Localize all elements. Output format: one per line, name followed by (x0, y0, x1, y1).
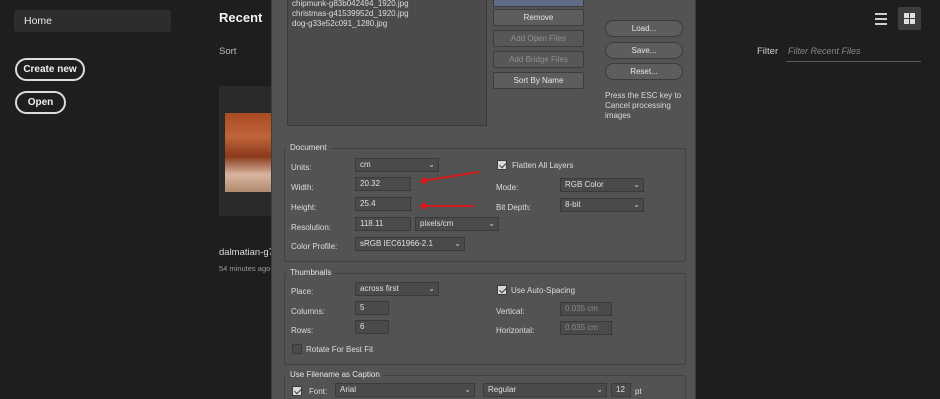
vertical-label: Vertical: (496, 307, 525, 316)
list-item[interactable]: chipmunk-g83b042494_1920.jpg (288, 0, 486, 9)
columns-field[interactable]: 5 (355, 301, 389, 315)
chevron-down-icon: ⌄ (454, 239, 461, 248)
caption-enabled-checkbox[interactable] (292, 386, 302, 396)
font-label: Font: (309, 387, 328, 396)
chevron-down-icon: ⌄ (428, 160, 435, 169)
mode-select[interactable]: RGB Color ⌄ (560, 178, 644, 192)
font-select[interactable]: Arial ⌄ (335, 383, 475, 397)
units-value: cm (360, 160, 371, 169)
vertical-field[interactable]: 0.035 cm (560, 302, 612, 316)
sort-label[interactable]: Sort (219, 46, 236, 57)
caption-section-title: Use Filename as Caption (286, 370, 384, 379)
font-value: Arial (340, 385, 357, 394)
auto-spacing-checkbox[interactable] (497, 285, 507, 295)
width-label: Width: (291, 183, 314, 192)
columns-label: Columns: (291, 307, 325, 316)
document-section-title: Document (286, 143, 331, 152)
remove-button[interactable]: Remove (493, 9, 584, 26)
page-title: Recent (219, 10, 263, 25)
color-profile-select[interactable]: sRGB IEC61966-2.1 ⌄ (355, 237, 465, 251)
chevron-down-icon: ⌄ (464, 385, 471, 394)
reset-button[interactable]: Reset... (605, 63, 683, 80)
flatten-layers-checkbox[interactable] (497, 160, 507, 170)
horizontal-field[interactable]: 0.035 cm (560, 321, 612, 335)
esc-note: Press the ESC key to Cancel processing i… (605, 91, 682, 120)
mode-value: RGB Color (565, 180, 604, 189)
units-label: Units: (291, 163, 312, 172)
sidebar-item-home[interactable]: Home (14, 10, 171, 32)
flatten-layers-label: Flatten All Layers (512, 161, 574, 170)
bit-depth-label: Bit Depth: (496, 203, 532, 212)
place-label: Place: (291, 287, 314, 296)
add-open-files-button[interactable]: Add Open Files (493, 30, 584, 47)
filter-label: Filter (757, 46, 779, 57)
color-profile-label: Color Profile: (291, 242, 338, 251)
recent-file-name[interactable]: dalmatian-g7 (219, 247, 271, 258)
place-select[interactable]: across first ⌄ (355, 282, 439, 296)
resolution-field[interactable]: 118.11 (355, 217, 411, 231)
open-button[interactable]: Open (15, 91, 66, 114)
home-sidebar: Home Create new Open (0, 0, 185, 399)
height-label: Height: (291, 203, 317, 212)
units-select[interactable]: cm ⌄ (355, 158, 439, 172)
thumbnails-section-title: Thumbnails (286, 268, 336, 277)
resolution-unit-value: pixels/cm (420, 219, 454, 228)
grid-view-icon[interactable] (898, 7, 921, 30)
source-files-list[interactable]: chipmunk-g83b042494_1920.jpg christmas-g… (287, 0, 487, 126)
chevron-down-icon: ⌄ (633, 200, 640, 209)
load-button[interactable]: Load... (605, 20, 683, 37)
color-profile-value: sRGB IEC61966-2.1 (360, 239, 433, 248)
list-view-icon[interactable] (871, 9, 891, 29)
font-style-select[interactable]: Regular ⌄ (483, 383, 607, 397)
contact-sheet-dialog: chipmunk-g83b042494_1920.jpg christmas-g… (271, 0, 696, 399)
mode-label: Mode: (496, 183, 519, 192)
chevron-down-icon: ⌄ (596, 385, 603, 394)
font-size-field[interactable]: 12 (611, 383, 631, 397)
create-new-button[interactable]: Create new (15, 58, 85, 81)
chevron-down-icon: ⌄ (633, 180, 640, 189)
chevron-down-icon: ⌄ (488, 219, 495, 228)
sidebar-item-label: Home (24, 15, 53, 27)
rows-label: Rows: (291, 326, 314, 335)
red-arrow-icon (419, 202, 474, 210)
auto-spacing-label: Use Auto-Spacing (511, 286, 576, 295)
rotate-best-fit-label: Rotate For Best Fit (306, 345, 374, 354)
font-size-unit: pt (635, 387, 642, 396)
bit-depth-select[interactable]: 8-bit ⌄ (560, 198, 644, 212)
filter-input[interactable] (786, 41, 921, 62)
recent-file-card[interactable] (219, 86, 271, 216)
list-item[interactable]: christmas-g41539952d_1920.jpg (288, 9, 486, 19)
height-field[interactable]: 25.4 (355, 197, 411, 211)
font-style-value: Regular (488, 385, 517, 394)
save-button[interactable]: Save... (605, 42, 683, 59)
horizontal-label: Horizontal: (496, 326, 535, 335)
sort-by-name-button[interactable]: Sort By Name (493, 72, 584, 89)
bit-depth-value: 8-bit (565, 200, 581, 209)
place-value: across first (360, 284, 399, 293)
resolution-unit-select[interactable]: pixels/cm ⌄ (415, 217, 499, 231)
browse-button[interactable] (493, 0, 584, 7)
list-item[interactable]: dog-g33e52c091_1280.jpg (288, 19, 486, 29)
file-thumbnail (225, 113, 271, 192)
resolution-label: Resolution: (291, 223, 332, 232)
chevron-down-icon: ⌄ (428, 284, 435, 293)
rotate-best-fit-checkbox[interactable] (292, 344, 302, 354)
recent-file-time: 54 minutes ago (219, 264, 271, 273)
rows-field[interactable]: 6 (355, 320, 389, 334)
width-field[interactable]: 20.32 (355, 177, 411, 191)
add-bridge-files-button[interactable]: Add Bridge Files (493, 51, 584, 68)
